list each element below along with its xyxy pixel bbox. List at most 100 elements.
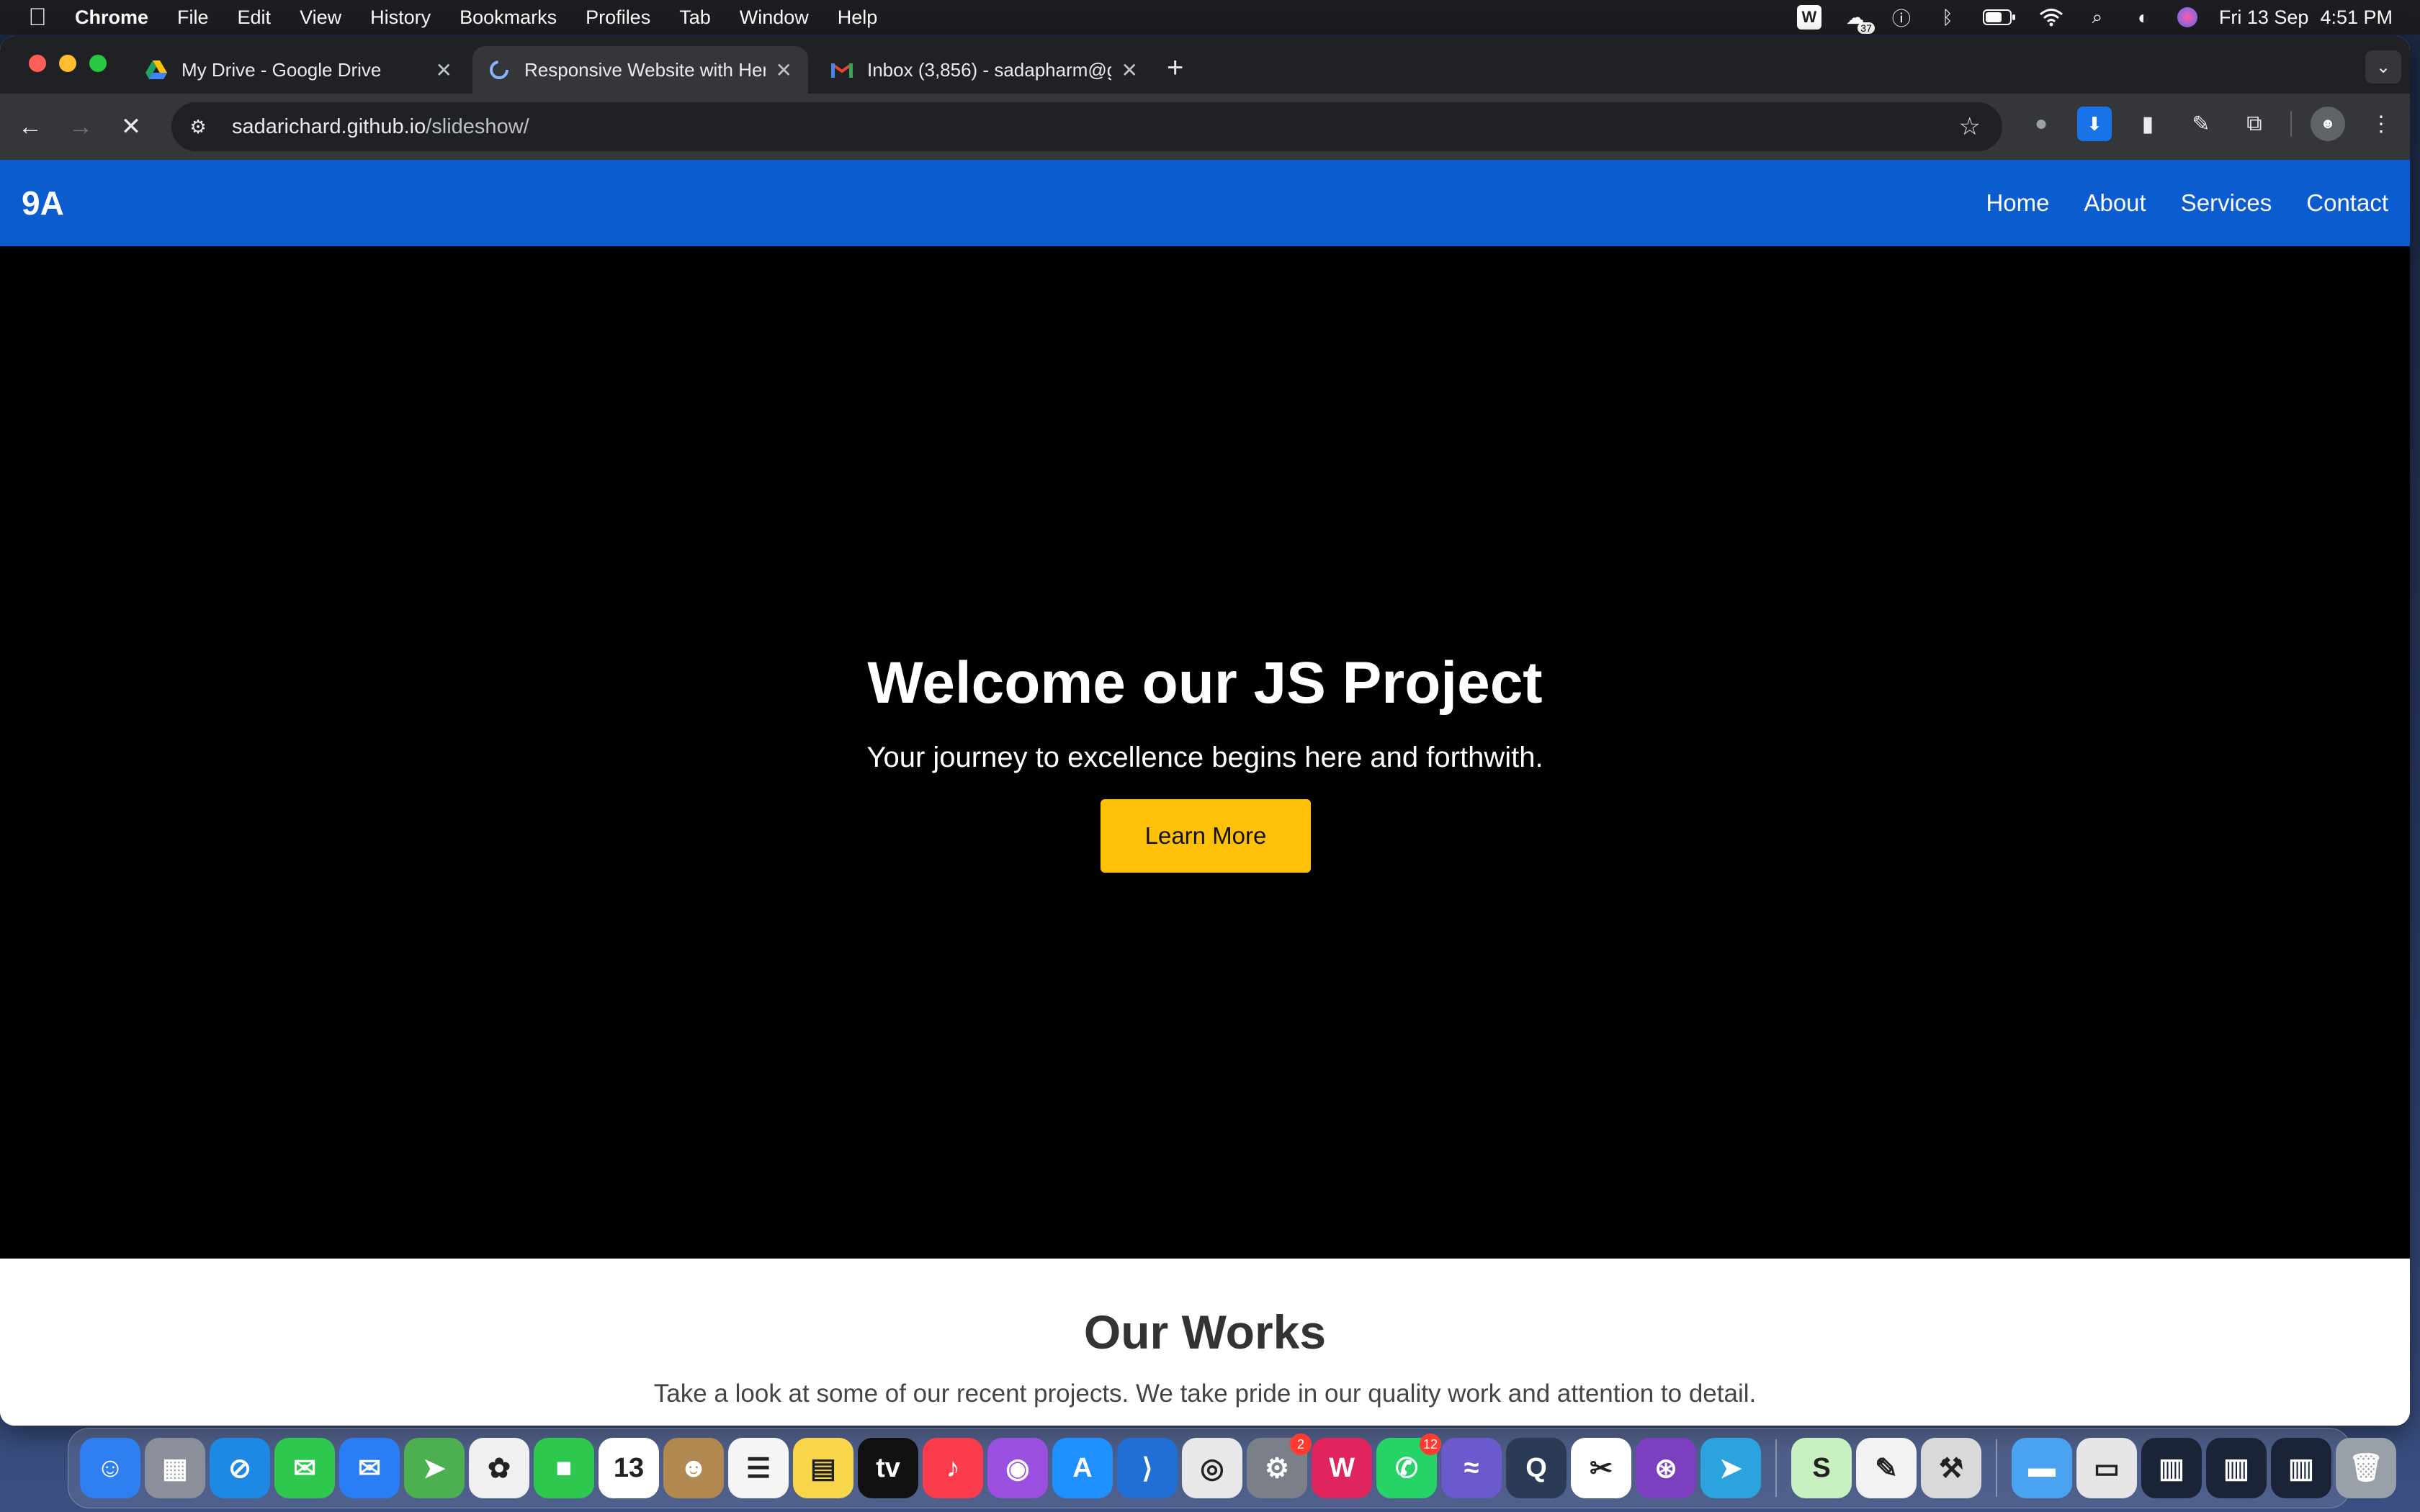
- extensions-puzzle-icon[interactable]: ⧉: [2237, 107, 2272, 141]
- dock-vscode-icon[interactable]: ⟩: [1117, 1438, 1178, 1498]
- close-tab-icon[interactable]: ✕: [436, 58, 452, 82]
- dock-finder-icon[interactable]: ☺: [80, 1438, 140, 1498]
- dock-chrome-icon[interactable]: ◎: [1182, 1438, 1242, 1498]
- dock-automator-icon[interactable]: ⚒: [1921, 1438, 1981, 1498]
- hero-title: Welcome our JS Project: [867, 650, 1543, 716]
- new-tab-button[interactable]: +: [1167, 52, 1183, 84]
- battery-icon[interactable]: [1981, 5, 2017, 30]
- dock-calendar-icon[interactable]: 13: [599, 1438, 659, 1498]
- menu-tab[interactable]: Tab: [665, 6, 725, 29]
- hero-subtitle: Your journey to excellence begins here a…: [866, 742, 1543, 773]
- dock-textedit-icon[interactable]: ✎: [1856, 1438, 1917, 1498]
- wifi-icon[interactable]: [2039, 5, 2063, 30]
- dock-telegram-icon[interactable]: ➤: [1700, 1438, 1761, 1498]
- tab-gmail-inbox[interactable]: Inbox (3,856) - sadapharm@g ✕: [815, 46, 1154, 94]
- sync-status-icon[interactable]: ☁ 37: [1843, 5, 1875, 34]
- download-extension-icon[interactable]: ⬇: [2077, 107, 2112, 141]
- close-tab-icon[interactable]: ✕: [1121, 58, 1138, 82]
- menu-window[interactable]: Window: [725, 6, 823, 29]
- dock-mail-icon[interactable]: ✉: [339, 1438, 400, 1498]
- dock-reminders-icon[interactable]: ☰: [728, 1438, 789, 1498]
- dock-capcut-icon[interactable]: ✂: [1571, 1438, 1631, 1498]
- dock-quicktime-icon[interactable]: Q: [1506, 1438, 1567, 1498]
- tab-google-drive[interactable]: My Drive - Google Drive ✕: [130, 46, 468, 94]
- dock-safari-icon[interactable]: ⊘: [210, 1438, 270, 1498]
- gmail-icon: [831, 59, 853, 81]
- dock-music-icon[interactable]: ♪: [923, 1438, 983, 1498]
- site-info-icon[interactable]: ⚙: [180, 109, 216, 145]
- nav-link-home[interactable]: Home: [1986, 189, 2049, 217]
- dock-github-desktop-icon[interactable]: ⊛: [1636, 1438, 1696, 1498]
- tab-title: My Drive - Google Drive: [182, 58, 382, 81]
- menu-bookmarks[interactable]: Bookmarks: [445, 6, 571, 29]
- bookmark-star-icon[interactable]: ☆: [1959, 112, 1981, 141]
- dock-cloud-app-icon[interactable]: ≈: [1441, 1438, 1502, 1498]
- tab-responsive-website[interactable]: Responsive Website with Her ✕: [472, 46, 808, 94]
- menu-help[interactable]: Help: [823, 6, 892, 29]
- page-viewport: 9A Home About Services Contact Welcome o…: [0, 160, 2410, 1426]
- dock-apple-tv-icon[interactable]: tv: [858, 1438, 918, 1498]
- zoom-window-button[interactable]: [89, 55, 107, 72]
- dock-system-settings-icon[interactable]: ⚙ 2: [1247, 1434, 1312, 1498]
- dock-badge: 2: [1290, 1434, 1312, 1455]
- menu-edit[interactable]: Edit: [223, 6, 286, 29]
- dock-window-preview-3-icon[interactable]: ▥: [2206, 1438, 2267, 1498]
- browser-toolbar: ← → ✕ ⚙ sadarichard.github.io/slideshow/…: [0, 94, 2410, 160]
- dock-contacts-icon[interactable]: ☻: [663, 1438, 724, 1498]
- nav-link-about[interactable]: About: [2084, 189, 2146, 217]
- menu-view[interactable]: View: [285, 6, 356, 29]
- menubar-date[interactable]: Fri 13 Sep: [2219, 6, 2309, 29]
- profile-avatar-icon[interactable]: ☻: [2311, 107, 2345, 141]
- bluetooth-icon[interactable]: ᛒ: [1935, 5, 1960, 30]
- url-path: /slideshow/: [426, 114, 529, 138]
- menubar-time[interactable]: 4:51 PM: [2320, 6, 2393, 29]
- tab-search-chevron-icon[interactable]: ⌄: [2365, 50, 2401, 84]
- dock-whatsapp-icon[interactable]: ✆ 12: [1376, 1434, 1441, 1498]
- dock-window-preview-4-icon[interactable]: ▥: [2271, 1438, 2331, 1498]
- close-window-button[interactable]: [29, 55, 46, 72]
- dock-launchpad-icon[interactable]: ▦: [145, 1438, 205, 1498]
- dock-downloads-folder-icon[interactable]: ▬: [2012, 1438, 2072, 1498]
- dock-trash-icon[interactable]: 🗑: [2336, 1438, 2396, 1498]
- dock-messages-icon[interactable]: ✉: [274, 1438, 335, 1498]
- address-bar[interactable]: ⚙ sadarichard.github.io/slideshow/ ☆: [171, 102, 2002, 151]
- close-tab-icon[interactable]: ✕: [776, 58, 792, 82]
- dock-badge: 12: [1420, 1434, 1441, 1455]
- control-center-icon[interactable]: ◐: [2131, 5, 2156, 30]
- nav-link-contact[interactable]: Contact: [2306, 189, 2388, 217]
- dock-app-store-icon[interactable]: A: [1052, 1438, 1113, 1498]
- stop-loading-icon[interactable]: ✕: [111, 107, 151, 147]
- dock-wps-office-icon[interactable]: W: [1312, 1438, 1372, 1498]
- back-arrow-icon[interactable]: ←: [10, 107, 50, 147]
- dock-separator: [1996, 1439, 1997, 1497]
- menu-file[interactable]: File: [163, 6, 223, 29]
- menu-profiles[interactable]: Profiles: [571, 6, 665, 29]
- dock-sheets-app-icon[interactable]: S: [1791, 1438, 1852, 1498]
- wps-status-icon[interactable]: W: [1796, 5, 1821, 30]
- extension-book-icon[interactable]: ▮: [2130, 107, 2165, 141]
- extension-mouse-icon[interactable]: ●: [2024, 107, 2058, 141]
- learn-more-button[interactable]: Learn More: [1101, 799, 1311, 873]
- dock-window-preview-1-icon[interactable]: ▭: [2076, 1438, 2137, 1498]
- dock-photos-icon[interactable]: ✿: [469, 1438, 529, 1498]
- works-subtitle: Take a look at some of our recent projec…: [653, 1380, 1757, 1408]
- forward-arrow-icon[interactable]: →: [60, 107, 101, 147]
- dock-facetime-icon[interactable]: ■: [534, 1438, 594, 1498]
- tab-title: Responsive Website with Her: [524, 58, 766, 81]
- dock-podcasts-icon[interactable]: ◉: [987, 1438, 1048, 1498]
- minimize-window-button[interactable]: [59, 55, 76, 72]
- dock-window-preview-2-icon[interactable]: ▥: [2141, 1438, 2202, 1498]
- apple-menu-icon[interactable]: : [0, 4, 75, 32]
- dock-maps-icon[interactable]: ➤: [404, 1438, 465, 1498]
- tab-strip: My Drive - Google Drive ✕ Responsive Web…: [0, 36, 2410, 94]
- site-logo[interactable]: 9A: [22, 184, 64, 222]
- extension-eyedropper-icon[interactable]: ✎: [2184, 107, 2218, 141]
- chrome-menu-icon[interactable]: ⋮: [2364, 107, 2398, 141]
- dock-notes-icon[interactable]: ▤: [793, 1438, 853, 1498]
- info-status-icon[interactable]: ⓘ: [1889, 5, 1914, 30]
- siri-icon[interactable]: [2177, 7, 2197, 27]
- nav-link-services[interactable]: Services: [2181, 189, 2272, 217]
- menu-app-name[interactable]: Chrome: [75, 6, 163, 29]
- spotlight-search-icon[interactable]: ⌕: [2085, 5, 2110, 30]
- menu-history[interactable]: History: [356, 6, 445, 29]
